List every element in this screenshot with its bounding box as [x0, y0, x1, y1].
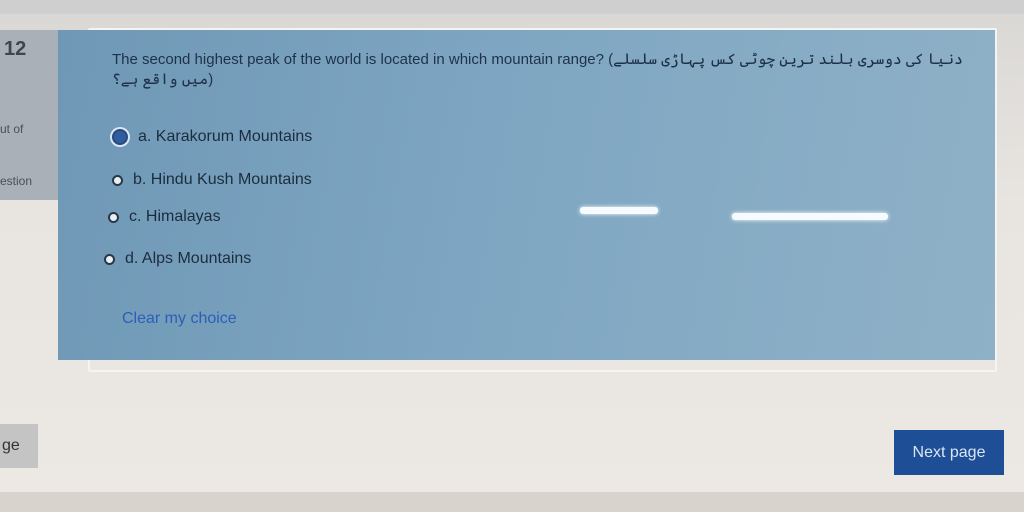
- question-text: The second highest peak of the world is …: [112, 51, 963, 88]
- top-divider: [0, 0, 1024, 14]
- option-a[interactable]: a. Karakorum Mountains: [112, 128, 312, 146]
- radio-icon[interactable]: [112, 174, 123, 186]
- option-label: b. Hindu Kush Mountains: [133, 171, 312, 188]
- radio-icon[interactable]: [108, 211, 119, 223]
- previous-page-button[interactable]: ge: [0, 424, 38, 468]
- clear-choice-link[interactable]: Clear my choice: [122, 310, 237, 328]
- option-label: c. Himalayas: [129, 208, 221, 225]
- question-number: 12: [4, 38, 27, 60]
- bottom-divider: [0, 492, 1024, 512]
- option-c[interactable]: c. Himalayas: [108, 208, 221, 226]
- quiz-page: 12 ut of estion The second highest peak …: [0, 0, 1024, 512]
- option-label: d. Alps Mountains: [125, 250, 252, 267]
- flag-question-label[interactable]: estion: [0, 174, 32, 188]
- radio-selected-icon[interactable]: [112, 129, 128, 145]
- option-b[interactable]: b. Hindu Kush Mountains: [112, 171, 312, 189]
- option-d[interactable]: d. Alps Mountains: [104, 250, 251, 268]
- next-page-button[interactable]: Next page: [894, 430, 1004, 475]
- radio-icon[interactable]: [104, 253, 115, 265]
- screen-glare: [732, 213, 888, 220]
- option-label: a. Karakorum Mountains: [138, 128, 313, 145]
- marks-out-of-label: ut of: [0, 122, 24, 136]
- screen-glare: [580, 207, 658, 214]
